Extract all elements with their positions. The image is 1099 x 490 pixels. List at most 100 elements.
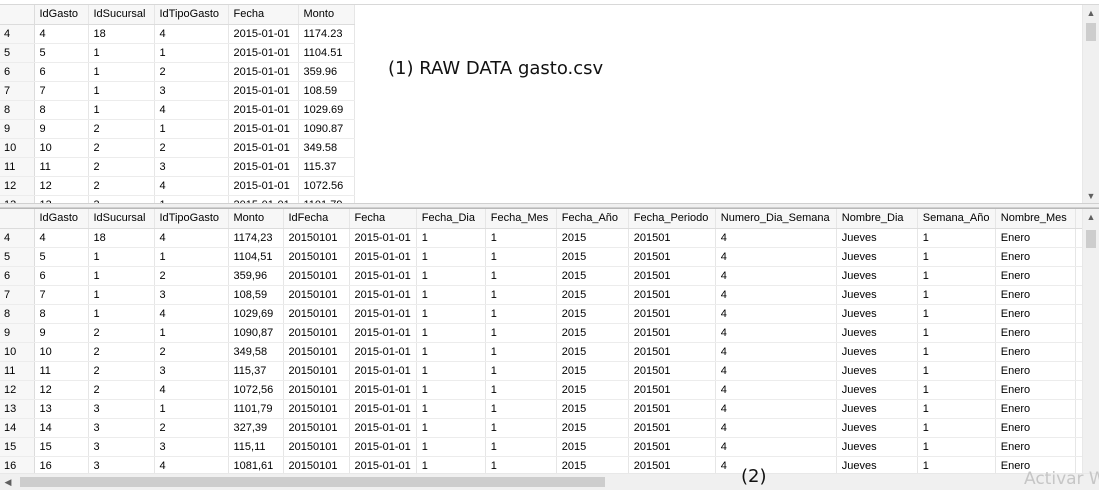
table-cell[interactable]: 2015 [556,437,629,457]
scroll-up-arrow-icon[interactable]: ▲ [1083,5,1099,22]
table-cell[interactable]: Enero [995,342,1076,362]
table-cell[interactable]: 9 [34,119,89,139]
column-header[interactable]: Fecha_Año [556,209,629,229]
table-cell[interactable]: 1 [154,119,229,139]
column-header[interactable]: Numero_Dia_Semana [715,209,837,229]
table-cell[interactable]: 349.58 [298,138,355,158]
table-cell[interactable]: 2015 [556,247,629,267]
row-number[interactable]: 4 [0,228,35,248]
table-cell[interactable]: 1 [917,437,996,457]
table-cell[interactable]: 2015-01-01 [349,285,417,305]
tmp-grid-vertical-scrollbar[interactable]: ▲ [1082,209,1099,474]
table-cell[interactable]: 4 [715,380,837,400]
scroll-up-arrow-icon[interactable]: ▲ [1083,209,1099,226]
table-cell[interactable]: 4 [715,418,837,438]
table-cell[interactable]: 2 [154,138,229,158]
row-number[interactable]: 7 [0,285,35,305]
table-cell[interactable]: 10 [34,342,89,362]
row-number[interactable]: 6 [0,266,35,286]
scroll-thumb[interactable] [1086,23,1096,41]
table-cell[interactable]: 20150101 [283,342,350,362]
table-cell[interactable]: 2015-01-01 [228,43,299,63]
table-row[interactable]: 15 15 3 3 115,11 20150101 2015-01-01 1 1 2015 2015… [0,437,1087,457]
table-cell[interactable]: 20150101 [283,361,350,381]
table-cell[interactable]: 20150101 [283,247,350,267]
table-cell[interactable]: 201501 [628,304,716,324]
table-cell[interactable]: 2015 [556,285,629,305]
table-cell[interactable]: 2015-01-01 [349,247,417,267]
table-cell[interactable]: 3 [88,418,155,438]
table-cell[interactable]: Jueves [836,418,918,438]
row-number[interactable]: 13 [0,399,35,419]
table-cell[interactable]: 1 [416,361,486,381]
table-cell[interactable]: 1 [485,380,557,400]
table-cell[interactable]: 4 [715,285,837,305]
table-cell[interactable]: 15 [34,437,89,457]
scroll-down-arrow-icon[interactable]: ▼ [1083,188,1099,204]
table-cell[interactable]: 2015 [556,323,629,343]
table-cell[interactable]: 20150101 [283,285,350,305]
row-number[interactable]: 15 [0,437,35,457]
table-cell[interactable]: 2015-01-01 [349,361,417,381]
table-cell[interactable]: 1 [416,437,486,457]
table-cell[interactable]: 1072,56 [228,380,284,400]
table-cell[interactable]: 20150101 [283,228,350,248]
table-cell[interactable]: 1 [485,361,557,381]
column-header[interactable]: IdTipoGasto [154,5,229,25]
row-number[interactable]: 5 [0,247,35,267]
table-cell[interactable]: 2 [88,361,155,381]
table-cell[interactable]: 1174.23 [298,24,355,44]
table-cell[interactable]: 3 [154,437,229,457]
table-cell[interactable]: Enero [995,304,1076,324]
table-cell[interactable]: 1 [917,285,996,305]
table-row[interactable]: 13 13 3 1 1101,79 20150101 2015-01-01 1 1 2015 201… [0,399,1087,419]
table-cell[interactable]: 2 [154,62,229,82]
table-cell[interactable]: 20150101 [283,266,350,286]
column-header[interactable]: IdSucursal [88,5,155,25]
table-cell[interactable]: 1104,51 [228,247,284,267]
table-cell[interactable]: 201501 [628,361,716,381]
table-cell[interactable]: 1 [88,247,155,267]
table-cell[interactable]: Enero [995,323,1076,343]
table-cell[interactable]: 1 [154,247,229,267]
table-cell[interactable]: 2 [88,138,155,158]
table-cell[interactable]: 2015-01-01 [228,62,299,82]
table-cell[interactable]: 4 [715,437,837,457]
table-row[interactable]: 11 11 2 3 2015-01-01 115.37 [0,157,355,177]
table-cell[interactable]: 2015-01-01 [349,304,417,324]
table-cell[interactable]: 4 [715,247,837,267]
column-header[interactable]: IdGasto [34,5,89,25]
table-row[interactable]: 9 9 2 1 1090,87 20150101 2015-01-01 1 1 2015 20150… [0,323,1087,343]
table-cell[interactable]: 1101,79 [228,399,284,419]
row-number[interactable]: 10 [0,342,35,362]
table-cell[interactable]: 18 [88,228,155,248]
table-cell[interactable]: 1 [917,418,996,438]
horizontal-scroll-thumb[interactable] [20,477,605,487]
table-cell[interactable]: 2 [88,119,155,139]
row-number[interactable]: 12 [0,176,35,196]
table-row[interactable]: 10 10 2 2 349,58 20150101 2015-01-01 1 1 2015 2015… [0,342,1087,362]
table-cell[interactable]: 4 [34,228,89,248]
table-cell[interactable]: 2015 [556,228,629,248]
table-cell[interactable]: 1 [485,399,557,419]
table-cell[interactable]: 20150101 [283,437,350,457]
row-number[interactable]: 11 [0,361,35,381]
table-cell[interactable]: 4 [715,304,837,324]
table-cell[interactable]: 4 [154,380,229,400]
table-cell[interactable]: Jueves [836,437,918,457]
table-cell[interactable]: 13 [34,399,89,419]
column-header[interactable]: Monto [298,5,355,25]
table-cell[interactable]: 1 [416,323,486,343]
table-cell[interactable]: 201501 [628,437,716,457]
table-cell[interactable]: 6 [34,62,89,82]
table-row[interactable]: 5 5 1 1 1104,51 20150101 2015-01-01 1 1 2015 20150… [0,247,1087,267]
column-header[interactable]: Fecha [349,209,417,229]
table-cell[interactable]: Enero [995,437,1076,457]
table-cell[interactable]: 4 [154,304,229,324]
column-header[interactable]: Monto [228,209,284,229]
table-cell[interactable]: 1 [917,361,996,381]
table-cell[interactable]: 201501 [628,342,716,362]
table-cell[interactable]: 1 [88,62,155,82]
table-cell[interactable]: 201501 [628,285,716,305]
table-cell[interactable]: 201501 [628,380,716,400]
